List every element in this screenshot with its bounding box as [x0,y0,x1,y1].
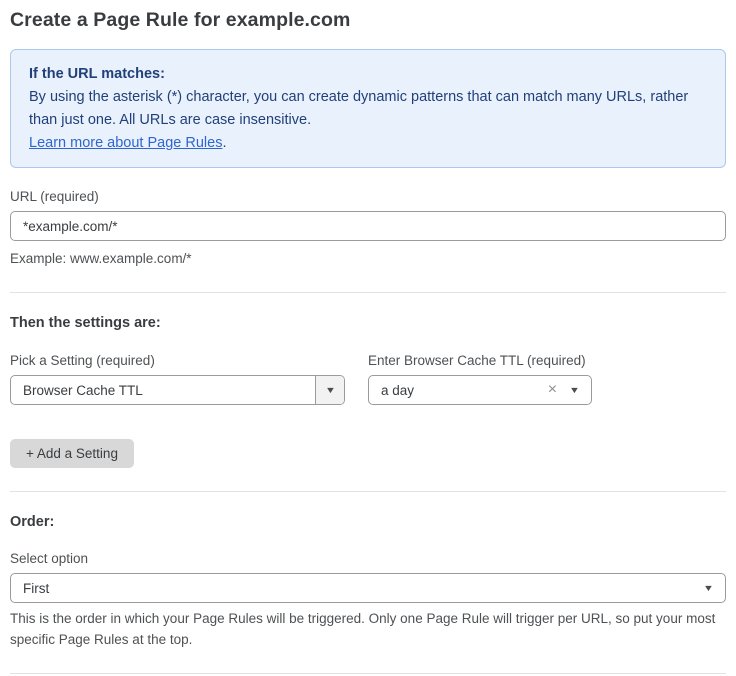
pick-setting-label: Pick a Setting (required) [10,353,345,368]
info-box-body: By using the asterisk (*) character, you… [29,86,707,132]
order-section-heading: Order: [10,514,726,530]
pick-setting-caret-button[interactable]: ▼ [315,376,344,404]
add-setting-button[interactable]: + Add a Setting [10,439,134,468]
create-page-rule-form: Create a Page Rule for example.com If th… [0,0,736,676]
divider [10,673,726,674]
page-title: Create a Page Rule for example.com [10,9,726,32]
divider [10,292,726,293]
settings-section-heading: Then the settings are: [10,315,726,331]
clear-icon[interactable]: × [548,382,557,398]
url-match-info-box: If the URL matches: By using the asteris… [10,49,726,168]
ttl-value: a day [369,383,548,398]
learn-more-link[interactable]: Learn more about Page Rules [29,135,222,151]
url-input[interactable] [10,211,726,241]
pick-setting-select[interactable]: Browser Cache TTL ▼ [10,375,345,405]
ttl-label: Enter Browser Cache TTL (required) [368,353,592,368]
info-box-heading: If the URL matches: [29,63,707,86]
info-box-link-line: Learn more about Page Rules. [29,132,707,155]
divider [10,491,726,492]
url-example-text: Example: www.example.com/* [10,248,726,269]
chevron-down-icon: ▼ [703,584,714,593]
url-label: URL (required) [10,189,726,204]
link-period: . [222,135,226,151]
settings-row: Pick a Setting (required) Browser Cache … [10,353,726,405]
order-select-label: Select option [10,551,726,566]
pick-setting-value: Browser Cache TTL [11,383,315,398]
ttl-column: Enter Browser Cache TTL (required) a day… [368,353,592,405]
order-help-text: This is the order in which your Page Rul… [10,608,726,650]
chevron-down-icon: ▼ [324,386,335,395]
pick-setting-column: Pick a Setting (required) Browser Cache … [10,353,345,405]
order-select[interactable]: First ▼ [10,573,726,603]
order-select-value: First [11,581,704,596]
chevron-down-icon: ▼ [569,386,580,395]
ttl-select[interactable]: a day × ▼ [368,375,592,405]
